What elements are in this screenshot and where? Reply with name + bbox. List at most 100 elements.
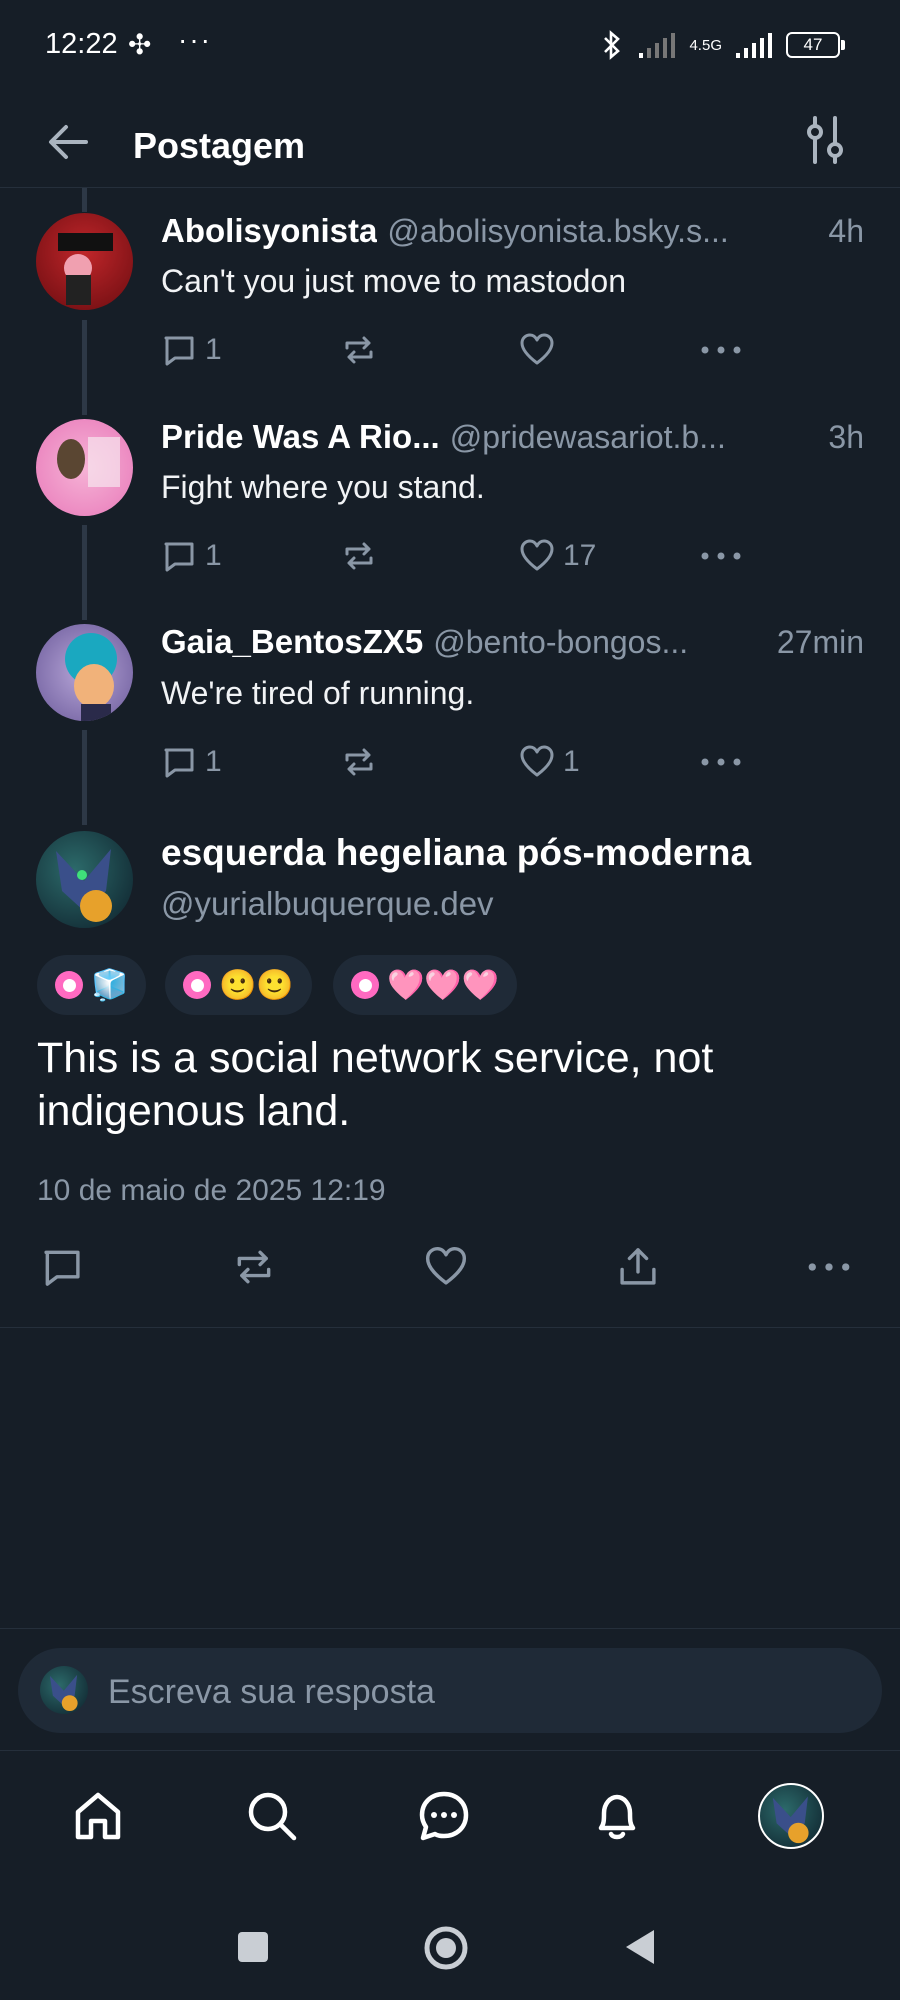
- sliders-icon: [807, 116, 843, 164]
- label-chip[interactable]: 🩷🩷🩷: [333, 955, 518, 1015]
- label-emoji: 🧊: [91, 968, 129, 1002]
- nav-home-button[interactable]: [63, 1781, 133, 1851]
- signal-icon-2: [736, 33, 772, 58]
- chat-icon: [419, 1791, 469, 1841]
- avatar[interactable]: [36, 831, 133, 928]
- page-title: Postagem: [133, 125, 306, 166]
- more-options-button[interactable]: [699, 742, 743, 782]
- avatar: [40, 1666, 88, 1714]
- repost-icon: [345, 542, 373, 570]
- home-system-button[interactable]: [423, 1925, 469, 1971]
- home-icon: [75, 1792, 121, 1840]
- post-time: 3h: [828, 419, 864, 455]
- reply-count: 1: [205, 745, 222, 778]
- label-chip[interactable]: 🙂🙂: [165, 955, 312, 1015]
- reply-icon: [164, 336, 194, 366]
- more-options-button[interactable]: [699, 330, 743, 370]
- heart-icon: [520, 539, 554, 571]
- more-notifications-icon: ···: [178, 24, 212, 55]
- heart-icon: [520, 333, 554, 365]
- author-handle[interactable]: @bento-bongos...: [433, 624, 767, 661]
- like-button[interactable]: 1: [519, 742, 580, 782]
- slack-icon: ✣: [128, 29, 152, 60]
- divider: [0, 1327, 900, 1328]
- back-system-button[interactable]: [622, 1927, 658, 1967]
- label-ring-icon: [351, 971, 379, 999]
- author-name[interactable]: Abolisyonista: [161, 212, 377, 250]
- post-actions: 1: [161, 330, 761, 370]
- battery-level: 47: [803, 35, 823, 54]
- author-name[interactable]: esquerda hegeliana pós-moderna: [161, 832, 751, 874]
- author-handle[interactable]: @pridewasariot.b...: [450, 419, 819, 456]
- circle-icon: [424, 1926, 468, 1970]
- square-icon: [238, 1932, 268, 1962]
- author-name[interactable]: Gaia_BentosZX5: [161, 623, 423, 661]
- repost-icon: [345, 336, 373, 364]
- network-type: 4.5G: [689, 36, 722, 54]
- thread-line: [82, 320, 87, 415]
- label-emoji: 🙂🙂: [219, 968, 294, 1002]
- author-name[interactable]: Pride Was A Rio...: [161, 418, 440, 456]
- share-button[interactable]: [616, 1245, 660, 1289]
- divider: [0, 1628, 900, 1629]
- ellipsis-icon: [701, 346, 741, 354]
- back-button[interactable]: [44, 117, 94, 167]
- nav-notifications-button[interactable]: [582, 1781, 652, 1851]
- bluetooth-icon: [604, 30, 621, 60]
- like-button[interactable]: [424, 1245, 468, 1289]
- repost-button[interactable]: [341, 536, 385, 576]
- status-time: 12:22: [45, 28, 118, 60]
- post-text: We're tired of running.: [161, 675, 475, 711]
- recents-button[interactable]: [236, 1930, 270, 1964]
- author-handle[interactable]: @abolisyonista.bsky.s...: [387, 213, 818, 250]
- search-icon: [248, 1792, 297, 1841]
- reply-button[interactable]: 1: [161, 536, 222, 576]
- repost-icon: [345, 748, 373, 776]
- heart-icon: [520, 745, 554, 777]
- top-bar: Postagem: [0, 95, 900, 188]
- avatar[interactable]: [36, 624, 133, 721]
- label-ring-icon: [183, 971, 211, 999]
- label-emoji: 🩷🩷🩷: [387, 968, 500, 1002]
- like-button[interactable]: [519, 330, 563, 370]
- reply-icon: [44, 1250, 80, 1286]
- nav-search-button[interactable]: [237, 1781, 307, 1851]
- reply-input[interactable]: [106, 1666, 850, 1718]
- battery-icon: 47: [786, 32, 845, 58]
- repost-button[interactable]: [341, 742, 385, 782]
- thread-line: [82, 730, 87, 825]
- reply-composer[interactable]: [18, 1648, 882, 1733]
- thread-line: [82, 525, 87, 620]
- post-time: 27min: [776, 624, 864, 660]
- like-count: 17: [563, 539, 597, 572]
- like-button[interactable]: 17: [519, 536, 596, 576]
- repost-button[interactable]: [232, 1245, 276, 1289]
- repost-button[interactable]: [341, 330, 385, 370]
- reply-button[interactable]: 1: [161, 330, 222, 370]
- ellipsis-icon: [701, 758, 741, 766]
- more-options-button[interactable]: [806, 1245, 852, 1289]
- heart-icon: [425, 1246, 467, 1285]
- author-handle[interactable]: @yurialbuquerque.dev: [161, 885, 494, 923]
- reply-button[interactable]: [40, 1245, 84, 1289]
- main-post-actions: [0, 1245, 900, 1295]
- bell-icon: [598, 1794, 636, 1840]
- reply-button[interactable]: 1: [161, 742, 222, 782]
- reply-count: 1: [205, 539, 222, 572]
- post-text: Fight where you stand.: [161, 469, 485, 505]
- post-actions: 1 17: [161, 536, 761, 576]
- label-chip[interactable]: 🧊: [37, 955, 147, 1015]
- status-icons: 4.5G 47: [599, 30, 845, 60]
- nav-profile-button[interactable]: [756, 1781, 826, 1851]
- thread-settings-button[interactable]: [800, 110, 850, 170]
- ellipsis-icon: [808, 1263, 850, 1271]
- nav-chat-button[interactable]: [409, 1781, 479, 1851]
- arrow-left-icon: [49, 125, 88, 159]
- avatar[interactable]: [36, 419, 133, 516]
- post-time: 4h: [828, 213, 864, 249]
- reply-count: 1: [205, 333, 222, 366]
- avatar[interactable]: [36, 213, 133, 310]
- post-actions: 1 1: [161, 742, 761, 782]
- more-options-button[interactable]: [699, 536, 743, 576]
- profile-avatar: [758, 1783, 824, 1849]
